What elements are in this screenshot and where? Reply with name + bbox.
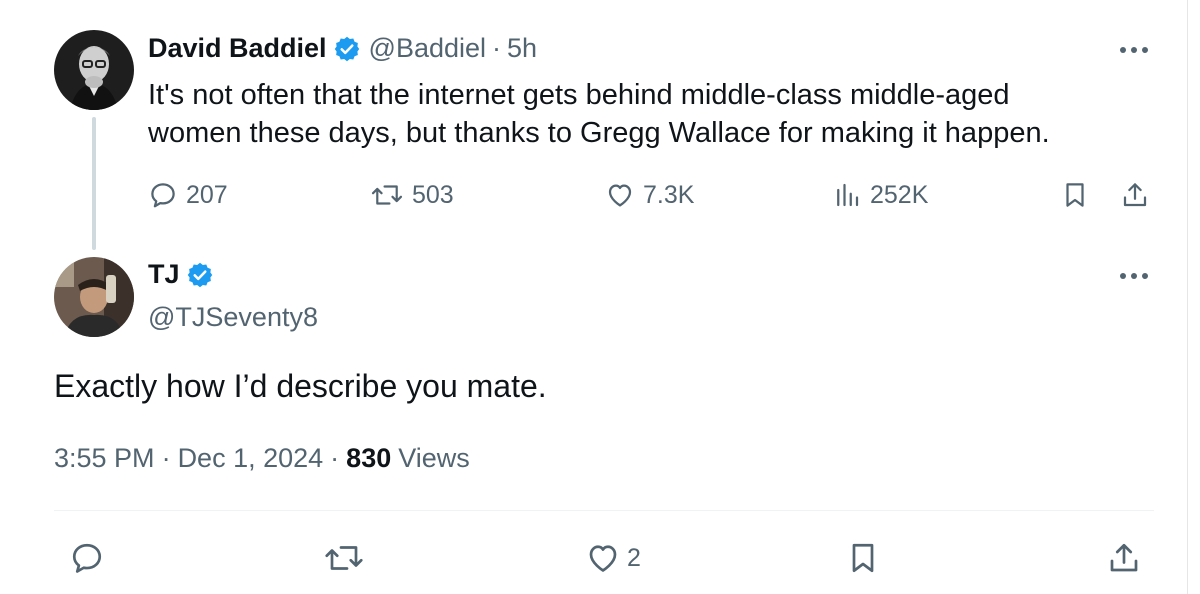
reply-button[interactable] <box>69 540 105 576</box>
verified-badge-icon <box>186 261 214 289</box>
bookmark-icon <box>845 540 881 576</box>
reply-icon <box>148 180 178 210</box>
more-icon[interactable] <box>1114 264 1154 288</box>
like-button[interactable]: 2 <box>585 540 641 576</box>
tj-avatar[interactable] <box>54 257 134 337</box>
bookmark-icon <box>1060 180 1090 210</box>
views-count: 252K <box>870 180 929 209</box>
like-count: 7.3K <box>643 180 695 209</box>
tweet-thread: David Baddiel @Baddiel · 5h It's not oft… <box>0 0 1200 594</box>
author-name[interactable]: David Baddiel <box>148 33 327 64</box>
separator-dot: · <box>492 33 502 63</box>
bookmark-button[interactable] <box>1060 180 1090 210</box>
reply-author-handle[interactable]: @TJSeventy8 <box>148 302 318 333</box>
repost-count: 503 <box>412 180 454 209</box>
reply-date[interactable]: Dec 1, 2024 <box>178 443 324 474</box>
reply-button[interactable]: 207 <box>148 180 228 210</box>
more-icon[interactable] <box>1114 38 1154 62</box>
reply-author-name[interactable]: TJ <box>148 259 180 290</box>
verified-badge-icon <box>333 35 361 63</box>
repost-icon <box>323 540 365 576</box>
share-button[interactable] <box>1106 540 1142 576</box>
tweet-time[interactable]: 5h <box>507 33 537 64</box>
reply-views-count[interactable]: 830 <box>346 443 391 474</box>
reply-count: 207 <box>186 180 228 209</box>
reply-icon <box>69 540 105 576</box>
share-button[interactable] <box>1120 180 1150 210</box>
repost-button[interactable]: 503 <box>370 180 454 210</box>
right-border <box>1187 0 1188 594</box>
separator-dot: · <box>330 443 340 473</box>
views-button[interactable]: 252K <box>832 180 928 210</box>
tj-name-row: TJ <box>148 259 214 290</box>
like-icon <box>585 540 621 576</box>
tweet-text-line-1: It's not often that the internet gets be… <box>148 79 1010 111</box>
action-bar-divider <box>54 510 1154 511</box>
reply-meta: 3:55 PM · Dec 1, 2024 · 830 Views <box>54 443 470 474</box>
like-button[interactable]: 7.3K <box>605 180 694 210</box>
reply-text: Exactly how I’d describe you mate. <box>54 368 547 404</box>
repost-icon <box>370 180 404 210</box>
bookmark-button[interactable] <box>845 540 881 576</box>
reply-time[interactable]: 3:55 PM <box>54 443 155 474</box>
views-icon <box>832 180 862 210</box>
share-icon <box>1120 180 1150 210</box>
baddiel-name-row: David Baddiel @Baddiel · 5h <box>148 33 537 64</box>
author-handle[interactable]: @Baddiel <box>369 33 486 64</box>
like-icon <box>605 180 635 210</box>
share-icon <box>1106 540 1142 576</box>
repost-button[interactable] <box>323 540 365 576</box>
separator-dot: · <box>161 443 171 473</box>
baddiel-avatar[interactable] <box>54 30 134 110</box>
thread-connector <box>92 117 96 250</box>
reply-like-count: 2 <box>627 543 641 572</box>
reply-views-label: Views <box>398 443 470 473</box>
tweet-text-line-2: women these days, but thanks to Gregg Wa… <box>148 117 1050 149</box>
